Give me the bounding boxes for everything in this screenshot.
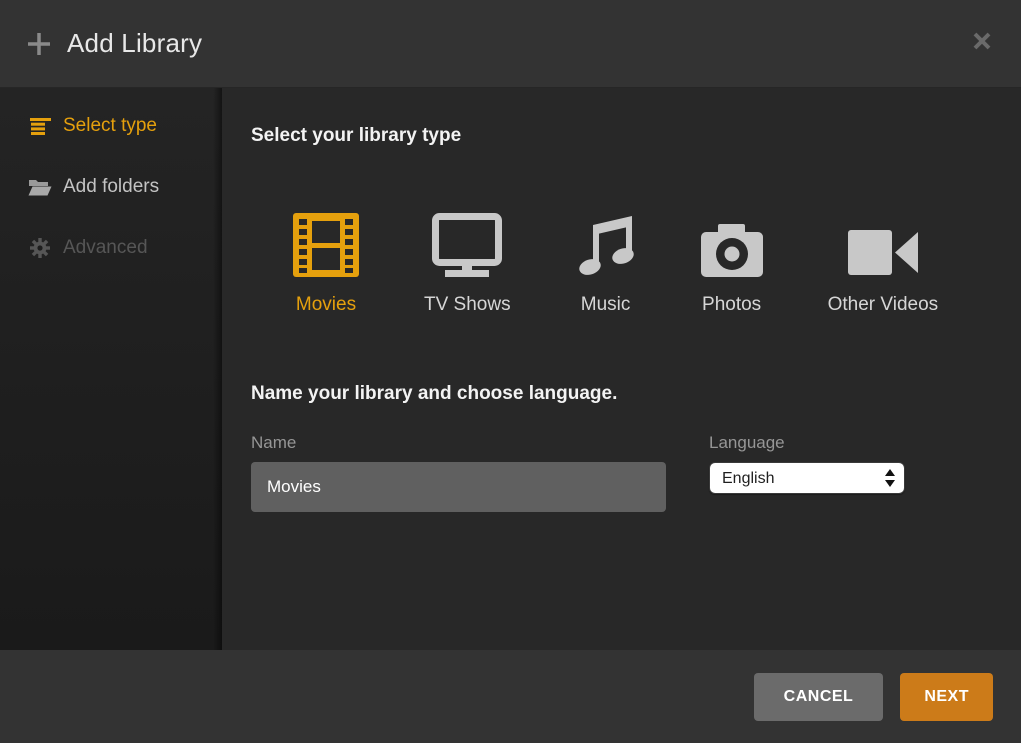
name-language-form: Name Language English [251,433,1021,512]
gear-icon [28,238,52,258]
close-button[interactable] [971,30,993,52]
dialog-body: Select type Add folders [0,88,1021,650]
tv-icon [432,212,502,277]
music-note-icon [576,212,636,277]
camera-icon [701,212,763,277]
library-type-label: Movies [296,294,356,316]
close-icon [973,32,991,50]
film-icon [293,212,359,277]
sidebar-item-label: Select type [63,115,157,137]
library-name-input[interactable] [251,462,666,512]
library-type-label: Music [581,294,631,316]
wizard-sidebar: Select type Add folders [0,88,222,650]
dialog-header: Add Library [0,0,1021,88]
library-type-photos[interactable]: Photos [701,212,763,316]
dialog-title: Add Library [67,28,202,59]
folder-icon [28,178,52,196]
language-select-wrap: English [709,462,905,494]
cancel-button[interactable]: CANCEL [754,673,884,721]
add-library-dialog: Add Library Select type [0,0,1021,743]
select-type-heading: Select your library type [251,122,1021,149]
plus-icon [28,33,50,55]
library-type-other-videos[interactable]: Other Videos [828,212,939,316]
language-label: Language [709,433,905,453]
library-type-label: Other Videos [828,294,939,316]
library-type-label: Photos [702,294,761,316]
sidebar-item-advanced[interactable]: Advanced [0,226,222,270]
next-button[interactable]: NEXT [900,673,993,721]
language-select[interactable]: English [709,462,905,494]
sidebar-item-add-folders[interactable]: Add folders [0,165,222,209]
library-type-tv-shows[interactable]: TV Shows [424,212,511,316]
library-type-music[interactable]: Music [576,212,636,316]
video-camera-icon [848,212,918,277]
library-type-label: TV Shows [424,294,511,316]
list-icon [28,118,52,135]
sidebar-item-label: Advanced [63,237,148,259]
main-panel: Select your library type [222,88,1021,650]
library-type-movies[interactable]: Movies [293,212,359,316]
name-field-group: Name [251,433,666,512]
sidebar-item-select-type[interactable]: Select type [0,104,222,148]
sidebar-item-label: Add folders [63,176,159,198]
name-language-heading: Name your library and choose language. [251,380,1021,407]
language-field-group: Language English [709,433,905,512]
library-type-row: Movies TV Shows [293,212,1021,316]
name-label: Name [251,433,666,453]
dialog-footer: CANCEL NEXT [0,650,1021,743]
